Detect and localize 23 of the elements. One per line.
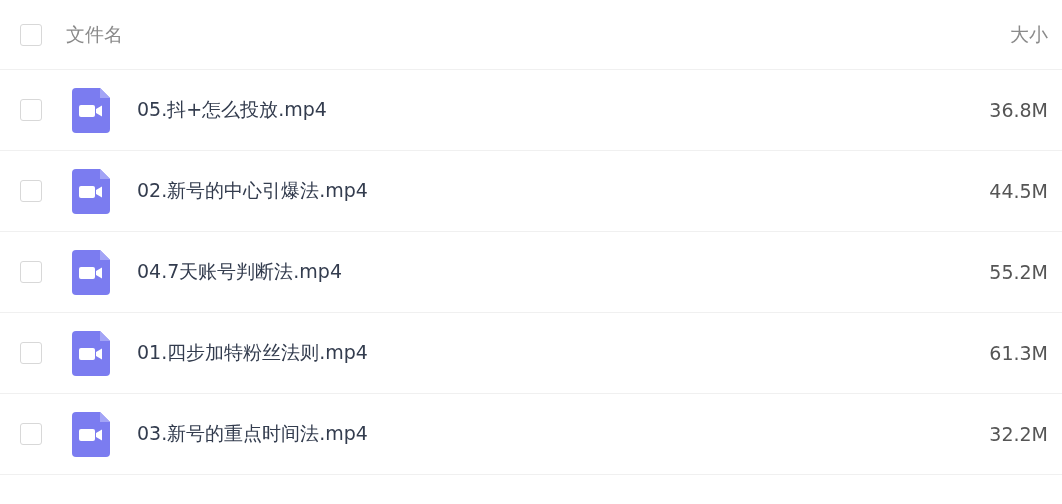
file-name[interactable]: 02.新号的中心引爆法.mp4 <box>137 178 368 204</box>
row-checkbox[interactable] <box>20 342 42 364</box>
file-size: 55.2M <box>989 261 1048 283</box>
file-name[interactable]: 05.抖+怎么投放.mp4 <box>137 97 327 123</box>
video-file-icon <box>72 168 110 214</box>
file-size: 32.2M <box>989 423 1048 445</box>
row-checkbox[interactable] <box>20 423 42 445</box>
file-size: 61.3M <box>989 342 1048 364</box>
file-name[interactable]: 01.四步加特粉丝法则.mp4 <box>137 340 368 366</box>
file-name[interactable]: 03.新号的重点时间法.mp4 <box>137 421 368 447</box>
video-file-icon <box>72 249 110 295</box>
row-checkbox[interactable] <box>20 99 42 121</box>
column-header: 文件名 <box>66 21 123 47</box>
select-all-checkbox[interactable] <box>20 23 42 46</box>
video-file-icon <box>72 411 110 457</box>
video-file-icon <box>72 87 110 133</box>
row-checkbox[interactable] <box>20 261 42 283</box>
file-size: 44.5M <box>989 180 1048 202</box>
file-name[interactable]: 04.7天账号判断法.mp4 <box>137 259 342 285</box>
column-header: 大小 <box>1010 21 1048 47</box>
row-checkbox[interactable] <box>20 180 42 202</box>
file-size: 36.8M <box>989 99 1048 121</box>
video-file-icon <box>72 330 110 376</box>
